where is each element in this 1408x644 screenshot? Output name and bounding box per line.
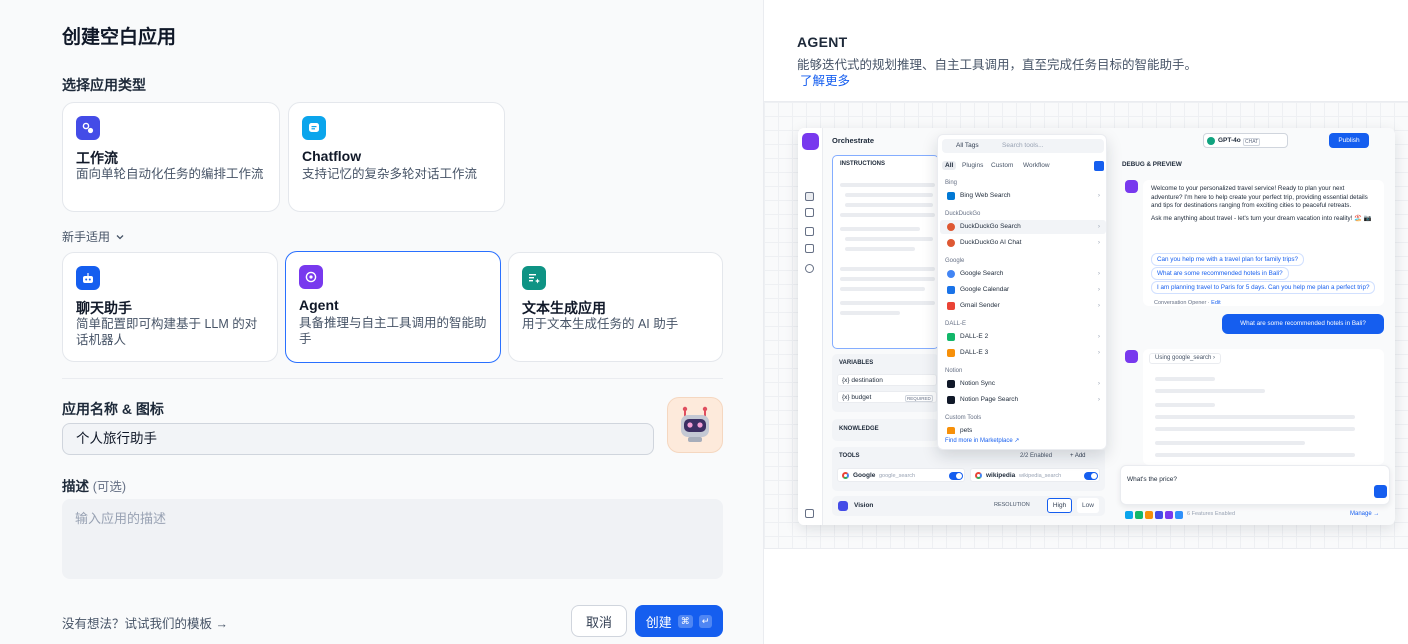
app-type-card-chatflow[interactable]: Chatflow 支持记忆的复杂多轮对话工作流: [288, 102, 505, 212]
card-desc: 用于文本生成任务的 AI 助手: [522, 317, 679, 331]
shot-instructions: INSTRUCTIONS: [832, 155, 939, 349]
novice-toggle[interactable]: 新手适用: [62, 228, 126, 245]
page-title: 创建空白应用: [62, 27, 177, 48]
app-name-label: 应用名称 & 图标: [62, 401, 164, 417]
preview-canvas: Orchestrate GPT-4o CHAT Publish INSTRUCT…: [764, 101, 1408, 549]
app-type-card-chatbot[interactable]: 聊天助手 简单配置即可构建基于 LLM 的对话机器人: [62, 252, 278, 362]
chatbot-icon: [76, 266, 100, 290]
app-icon-picker[interactable]: [667, 397, 723, 453]
shot-rail-icon: [805, 192, 814, 201]
chevron-down-icon: [116, 234, 124, 239]
shot-rail-icon: [805, 264, 814, 273]
openai-icon: [1207, 137, 1215, 145]
shot-rail-icon: [805, 227, 814, 236]
shot-tool-google: Google google_search: [837, 468, 965, 482]
learn-more-link[interactable]: 了解更多: [800, 70, 850, 89]
shot-knowledge: KNOWLEDGE: [832, 419, 939, 441]
shot-bot-avatar: [1125, 180, 1138, 193]
preview-screenshot: Orchestrate GPT-4o CHAT Publish INSTRUCT…: [798, 128, 1395, 525]
template-link[interactable]: 没有想法？试试我们的模板 →: [62, 613, 228, 632]
divider: [62, 378, 723, 379]
preview-description: 能够迭代式的规划推理、自主工具调用，直至完成任务目标的智能助手。: [797, 58, 1198, 72]
google-icon: [842, 472, 849, 479]
text-generator-icon: [522, 266, 546, 290]
description-label: 描述 (可选): [62, 479, 127, 494]
shot-suggestion: What are some recommended hotels in Bali…: [1151, 267, 1289, 280]
shot-bot-reply: Using google_search ›: [1143, 349, 1384, 465]
shot-vision: Vision RESOLUTION High Low: [832, 496, 1105, 516]
shot-opener: Conversation Opener · Edit: [1154, 300, 1221, 306]
card-desc: 具备推理与自主工具调用的智能助手: [299, 316, 487, 346]
novice-label: 新手适用: [62, 230, 111, 244]
shot-publish-button: Publish: [1329, 133, 1369, 148]
app-type-card-text-generator[interactable]: 文本生成应用 用于文本生成任务的 AI 助手: [508, 252, 723, 362]
shot-features-count: 6 Features Enabled: [1187, 511, 1236, 517]
enter-key: ↵: [698, 614, 713, 628]
card-title: 文本生成应用: [522, 300, 606, 316]
robot-icon: [681, 406, 709, 442]
shot-model-select: GPT-4o CHAT: [1203, 133, 1288, 148]
card-title: 聊天助手: [76, 300, 132, 316]
create-app-form: 创建空白应用 选择应用类型 工作流 面向单轮自动化任务的编排工作流 Chatfl…: [0, 0, 763, 644]
shot-user-message: What are some recommended hotels in Bali…: [1222, 314, 1384, 334]
create-button[interactable]: 创建 ⌘ ↵: [635, 605, 723, 637]
app-type-card-workflow[interactable]: 工作流 面向单轮自动化任务的编排工作流: [62, 102, 280, 212]
card-title: Agent: [299, 297, 339, 313]
send-icon: [1374, 485, 1387, 498]
shot-tools: TOOLS 2/2 Enabled + Add Google google_se…: [832, 447, 1105, 491]
vision-icon: [838, 501, 848, 511]
shot-rail-icon: [805, 244, 814, 253]
shot-rail-icon: [805, 509, 814, 518]
shot-variables: VARIABLES {x} destination {x} budget REQ…: [832, 354, 939, 412]
workflow-icon: [76, 116, 100, 140]
google-icon: [975, 472, 982, 479]
app-type-label: 选择应用类型: [62, 77, 146, 93]
create-label: 创建: [645, 614, 672, 630]
shot-app-icon: [802, 133, 819, 150]
preview-title: AGENT: [797, 34, 848, 50]
app-name-input[interactable]: 个人旅行助手: [62, 423, 654, 455]
card-title: 工作流: [76, 150, 118, 166]
cancel-button[interactable]: 取消: [571, 605, 627, 637]
shot-rail-icon: [805, 208, 814, 217]
shot-debug-title: DEBUG & PREVIEW: [1122, 161, 1182, 168]
chatflow-icon: [302, 116, 326, 140]
app-type-preview-panel: AGENT 能够迭代式的规划推理、自主工具调用，直至完成任务目标的智能助手。 了…: [763, 0, 1408, 644]
shot-tool-wikipedia: wikipedia wikipedia_search: [970, 468, 1100, 482]
shot-suggestion: Can you help me with a travel plan for f…: [1151, 253, 1305, 266]
card-title: Chatflow: [302, 148, 362, 164]
shot-tools-popover: All Tags Search tools... All Plugins Cus…: [937, 134, 1107, 450]
app-type-card-agent[interactable]: Agent 具备推理与自主工具调用的智能助手: [285, 251, 501, 363]
card-desc: 简单配置即可构建基于 LLM 的对话机器人: [76, 317, 258, 347]
cmd-key: ⌘: [677, 614, 693, 628]
card-desc: 面向单轮自动化任务的编排工作流: [76, 167, 264, 181]
description-textarea[interactable]: 输入应用的描述: [62, 499, 723, 579]
card-desc: 支持记忆的复杂多轮对话工作流: [302, 167, 478, 181]
shot-suggestion: I am planning travel to Paris for 5 days…: [1151, 281, 1376, 294]
shot-chat-input: What's the price?: [1120, 465, 1390, 505]
agent-icon: [299, 265, 323, 289]
shot-manage-link: Manage →: [1350, 511, 1380, 517]
shot-orchestrate: Orchestrate: [832, 136, 875, 145]
shot-bot-avatar: [1125, 350, 1138, 363]
shot-icon-rail: [798, 128, 823, 525]
